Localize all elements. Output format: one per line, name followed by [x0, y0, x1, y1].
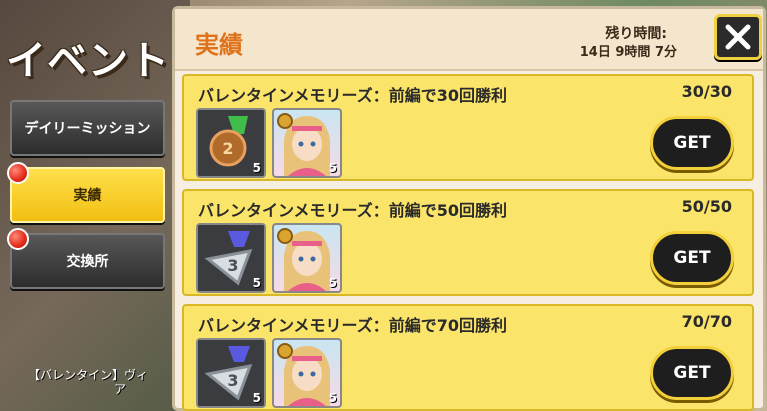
sidebar-item-daily-mission[interactable]: デイリーミッション — [10, 100, 165, 156]
sidebar-item-label: 実績 — [73, 188, 102, 204]
achievement-progress: 50/50 — [681, 197, 732, 216]
sidebar-item-label: 交換所 — [66, 254, 109, 270]
achievement-title: バレンタインメモリーズ：前編で50回勝利 — [198, 201, 507, 220]
sidebar-item-label: デイリーミッション — [24, 121, 151, 137]
reward-count: 5 — [328, 276, 337, 290]
notification-badge — [7, 162, 29, 184]
reward-count: 5 — [252, 391, 261, 405]
remaining-time-value: 14日 9時間 7分 — [579, 45, 677, 60]
achievement-item: バレンタインメモリーズ：前編で30回勝利 30/30 2 5 5 GET — [182, 74, 754, 181]
achievement-progress: 30/30 — [681, 82, 732, 101]
get-reward-button[interactable]: GET — [650, 116, 734, 170]
reward-count: 5 — [328, 161, 337, 175]
achievement-item: バレンタインメモリーズ：前編で50回勝利 50/50 3 5 5 GET — [182, 189, 754, 296]
sidebar-item-exchange[interactable]: 交換所 — [10, 233, 165, 289]
achievement-item: バレンタインメモリーズ：前編で70回勝利 70/70 3 5 5 GET — [182, 304, 754, 411]
reward-slot[interactable]: 5 — [272, 338, 342, 408]
reward-slot[interactable]: 3 5 — [196, 338, 266, 408]
reward-slot[interactable]: 5 — [272, 223, 342, 293]
event-title: イベント — [6, 38, 170, 84]
sidebar-item-achievements[interactable]: 実績 — [10, 167, 165, 223]
reward-count: 5 — [328, 391, 337, 405]
achievement-progress: 70/70 — [681, 312, 732, 331]
caption-line: 【バレンタイン】ヴィ — [28, 368, 149, 382]
reward-slot[interactable]: 3 5 — [196, 223, 266, 293]
reward-count: 5 — [252, 161, 261, 175]
close-x-icon — [725, 24, 751, 50]
get-reward-button[interactable]: GET — [650, 231, 734, 285]
svg-text:3: 3 — [227, 371, 238, 390]
reward-slot[interactable]: 5 — [272, 108, 342, 178]
caption-line: ア — [114, 382, 127, 396]
background-caption: 【バレンタイン】ヴィ ア — [28, 368, 148, 396]
remaining-time-label: 残り時間: — [605, 26, 667, 42]
svg-text:3: 3 — [227, 256, 238, 275]
reward-slot[interactable]: 2 5 — [196, 108, 266, 178]
reward-count: 5 — [252, 276, 261, 290]
get-reward-button[interactable]: GET — [650, 346, 734, 400]
notification-badge — [7, 228, 29, 250]
close-button[interactable] — [714, 14, 762, 60]
achievement-title: バレンタインメモリーズ：前編で70回勝利 — [198, 316, 507, 335]
panel-title: 実績 — [195, 31, 243, 59]
panel-header: 実績 残り時間: 14日 9時間 7分 — [175, 9, 763, 71]
svg-text:2: 2 — [222, 139, 233, 158]
achievement-title: バレンタインメモリーズ：前編で30回勝利 — [198, 86, 507, 105]
achievement-list[interactable]: バレンタインメモリーズ：前編で30回勝利 30/30 2 5 5 GET バレン… — [182, 74, 754, 411]
